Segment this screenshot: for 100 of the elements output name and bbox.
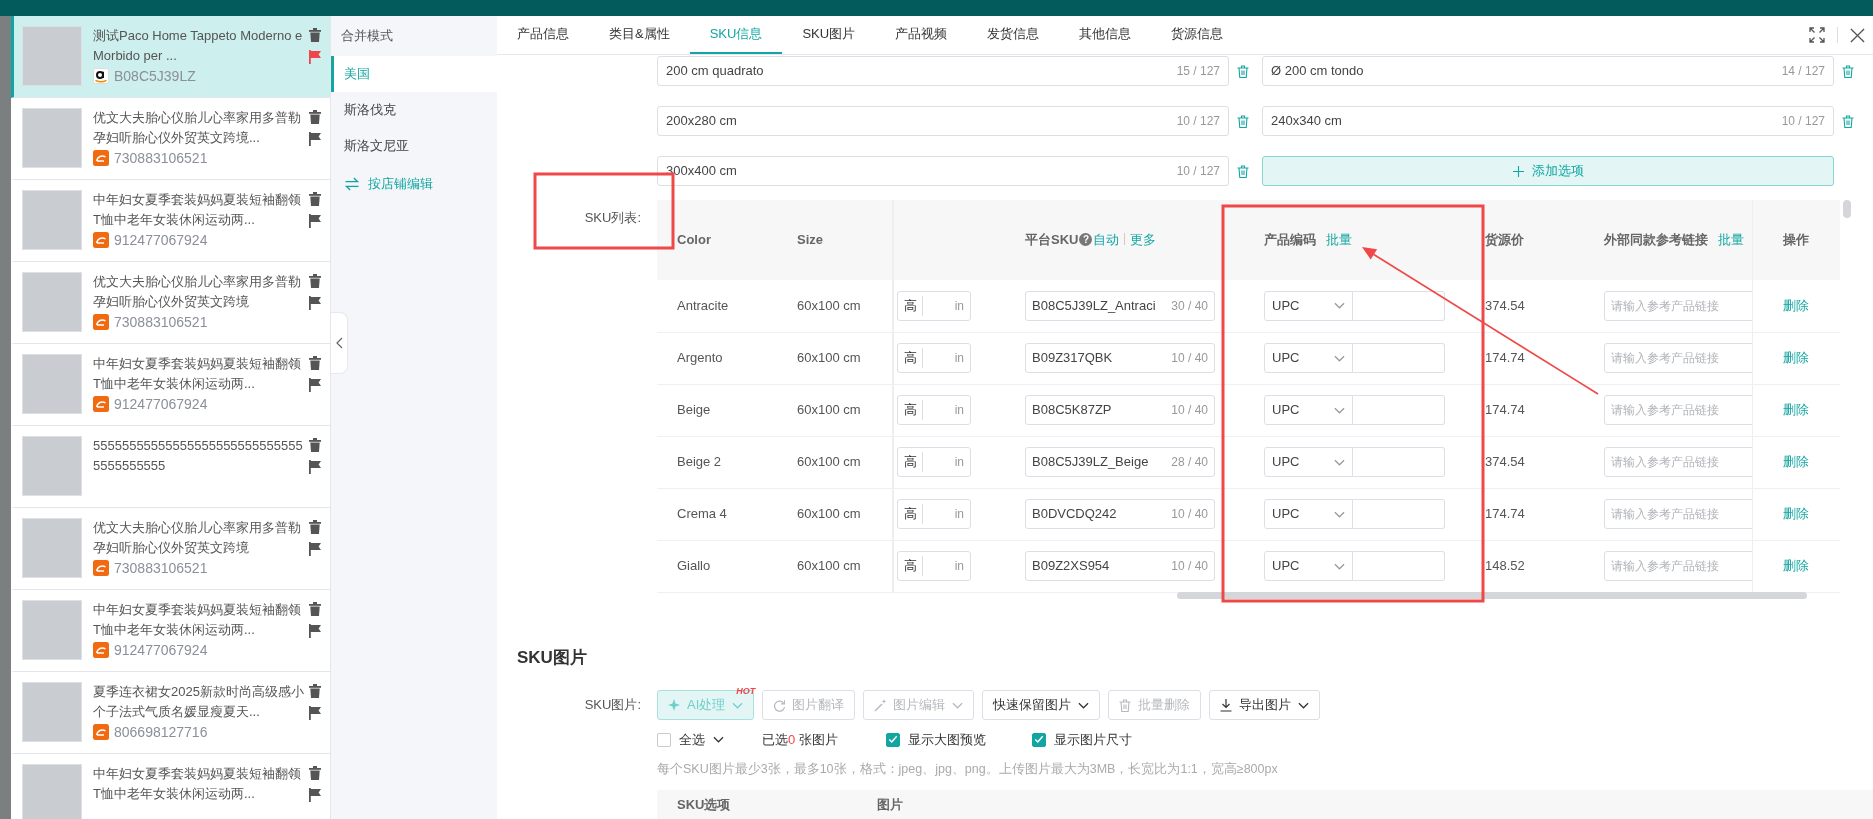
height-input[interactable]: 高 in	[897, 499, 971, 529]
region-tab[interactable]: 斯洛伐克	[331, 92, 497, 128]
link-input[interactable]: 请输入参考产品链接	[1604, 551, 1752, 581]
trash-icon[interactable]	[309, 28, 321, 42]
height-input[interactable]: 高 in	[897, 343, 971, 373]
code-input[interactable]	[1353, 290, 1445, 321]
prefix-label: 高	[904, 504, 923, 524]
option-field[interactable]: 300x400 cm 10 / 127	[657, 156, 1229, 186]
sku-field[interactable]: B09Z317QBK 10 / 40	[1025, 343, 1215, 373]
sku-field[interactable]: B0DVCDQ242 10 / 40	[1025, 499, 1215, 529]
sku-field[interactable]: B09Z2XS954 10 / 40	[1025, 551, 1215, 581]
flag-icon[interactable]	[309, 378, 321, 392]
option-field[interactable]: Ø 200 cm tondo 14 / 127	[1262, 56, 1834, 86]
help-icon[interactable]: ?	[1079, 233, 1093, 247]
checkbox[interactable]	[657, 732, 671, 747]
product-list-item[interactable]: 555555555555555555555555555555555555555	[11, 426, 330, 508]
flag-icon[interactable]	[309, 706, 321, 720]
code-type-select[interactable]: UPC	[1264, 290, 1353, 321]
product-list-item[interactable]: 中年妇女夏季套装妈妈夏装短袖翻领T恤中老年女装休闲运动两... 912477067924	[11, 180, 330, 262]
trash-icon[interactable]	[309, 192, 321, 206]
link-input[interactable]: 请输入参考产品链接	[1604, 343, 1752, 373]
tab[interactable]: 产品信息	[497, 16, 589, 54]
link-input[interactable]: 请输入参考产品链接	[1604, 290, 1752, 321]
option-field[interactable]: 200 cm quadrato 15 / 127	[657, 56, 1229, 86]
flag-icon[interactable]	[309, 132, 321, 146]
region-tab[interactable]: 斯洛文尼亚	[331, 128, 497, 164]
flag-icon[interactable]	[309, 624, 321, 638]
option-input[interactable]: 200x280 cm	[666, 111, 1177, 131]
expand-icon[interactable]	[1809, 27, 1825, 43]
option-input[interactable]: 200 cm quadrato	[666, 61, 1177, 81]
code-input[interactable]	[1353, 551, 1445, 581]
height-input[interactable]: 高 in	[897, 395, 971, 425]
option-field[interactable]: 200x280 cm 10 / 127	[657, 106, 1229, 136]
vertical-scrollbar-thumb[interactable]	[1843, 200, 1851, 218]
option-input[interactable]: 300x400 cm	[666, 161, 1177, 181]
code-input[interactable]	[1353, 395, 1445, 425]
tab[interactable]: 类目&属性	[589, 16, 690, 54]
link-input[interactable]: 请输入参考产品链接	[1604, 447, 1752, 477]
height-input[interactable]: 高 in	[897, 447, 971, 477]
flag-icon[interactable]	[309, 214, 321, 228]
code-type-select[interactable]: UPC	[1264, 343, 1353, 373]
tab[interactable]: 其他信息	[1059, 16, 1152, 54]
code-input[interactable]	[1353, 447, 1445, 477]
product-list-item[interactable]: 中年妇女夏季套装妈妈夏装短袖翻领T恤中老年女装休闲运动两... 912477067924	[11, 344, 330, 426]
flag-icon[interactable]	[309, 788, 321, 802]
height-input[interactable]: 高 in	[897, 290, 971, 321]
product-list-item[interactable]: 中年妇女夏季套装妈妈夏装短袖翻领T恤中老年女装休闲运动两...	[11, 754, 330, 819]
trash-icon[interactable]	[309, 520, 321, 534]
product-list-item[interactable]: 优文大夫胎心仪胎儿心率家用多普勒孕妇听胎心仪外贸英文跨境 730883106521	[11, 262, 330, 344]
code-type-select[interactable]: UPC	[1264, 499, 1353, 529]
product-list-item[interactable]: 中年妇女夏季套装妈妈夏装短袖翻领T恤中老年女装休闲运动两... 912477067924	[11, 590, 330, 672]
close-icon[interactable]	[1850, 27, 1865, 43]
store-logo-icon	[93, 150, 109, 166]
code-input[interactable]	[1353, 343, 1445, 373]
height-input[interactable]: 高 in	[897, 551, 971, 581]
collapse-handle[interactable]	[331, 312, 348, 374]
link-input[interactable]: 请输入参考产品链接	[1604, 395, 1752, 425]
sku-field[interactable]: B08C5K87ZP 10 / 40	[1025, 395, 1215, 425]
char-counter: 10 / 127	[1176, 163, 1220, 180]
trash-icon[interactable]	[309, 274, 321, 288]
trash-icon[interactable]	[309, 766, 321, 780]
sku-input[interactable]: B09Z2XS954	[1032, 556, 1168, 576]
option-input[interactable]: 240x340 cm	[1271, 111, 1782, 131]
flag-icon[interactable]	[309, 460, 321, 474]
product-list-item[interactable]: 夏季连衣裙女2025新款时尚高级感小个子法式气质名媛显瘦夏天... 806698127716	[11, 672, 330, 754]
code-type-select[interactable]: UPC	[1264, 447, 1353, 477]
code-type-select[interactable]: UPC	[1264, 551, 1353, 581]
tab[interactable]: 产品视频	[875, 16, 968, 54]
trash-icon[interactable]	[309, 356, 321, 370]
sku-input[interactable]: B08C5K87ZP	[1032, 400, 1168, 420]
sku-input[interactable]: B0DVCDQ242	[1032, 504, 1168, 524]
trash-icon[interactable]	[309, 602, 321, 616]
toolbar-button[interactable]: 导出图片	[1209, 690, 1321, 720]
option-input[interactable]: Ø 200 cm tondo	[1271, 61, 1782, 81]
sku-input[interactable]: B08C5J39LZ_Beige	[1032, 452, 1168, 472]
option-field[interactable]: 240x340 cm 10 / 127	[1262, 106, 1834, 136]
trash-icon[interactable]	[309, 684, 321, 698]
checkbox[interactable]	[1031, 732, 1046, 747]
flag-icon[interactable]	[309, 542, 321, 556]
trash-icon[interactable]	[309, 438, 321, 452]
sku-field[interactable]: B08C5J39LZ_Antraci 30 / 40	[1025, 290, 1215, 321]
toolbar-button[interactable]: 快速保留图片	[982, 690, 1101, 720]
tab[interactable]: SKU图片	[782, 16, 876, 54]
sku-input[interactable]: B09Z317QBK	[1032, 348, 1168, 368]
link-input[interactable]: 请输入参考产品链接	[1604, 499, 1752, 529]
product-list-item[interactable]: 测试Paco Home Tappeto Moderno e Morbido per ... B08C5J39LZ	[11, 16, 330, 98]
product-list-item[interactable]: 优文大夫胎心仪胎儿心率家用多普勒孕妇听胎心仪外贸英文跨境... 730883106521	[11, 98, 330, 180]
trash-icon[interactable]	[309, 110, 321, 124]
tab[interactable]: 发货信息	[967, 16, 1060, 54]
product-list-item[interactable]: 优文大夫胎心仪胎儿心率家用多普勒孕妇听胎心仪外贸英文跨境 730883106521	[11, 508, 330, 590]
checkbox[interactable]	[885, 732, 900, 747]
sku-field[interactable]: B08C5J39LZ_Beige 28 / 40	[1025, 447, 1215, 477]
horizontal-scrollbar-thumb[interactable]	[1177, 592, 1807, 599]
store-logo-icon	[93, 724, 109, 740]
code-input[interactable]	[1353, 499, 1445, 529]
flag-icon[interactable]	[309, 50, 321, 64]
sku-input[interactable]: B08C5J39LZ_Antraci	[1032, 296, 1168, 316]
flag-icon[interactable]	[309, 296, 321, 310]
tab[interactable]: 货源信息	[1151, 16, 1244, 54]
code-type-select[interactable]: UPC	[1264, 395, 1353, 425]
